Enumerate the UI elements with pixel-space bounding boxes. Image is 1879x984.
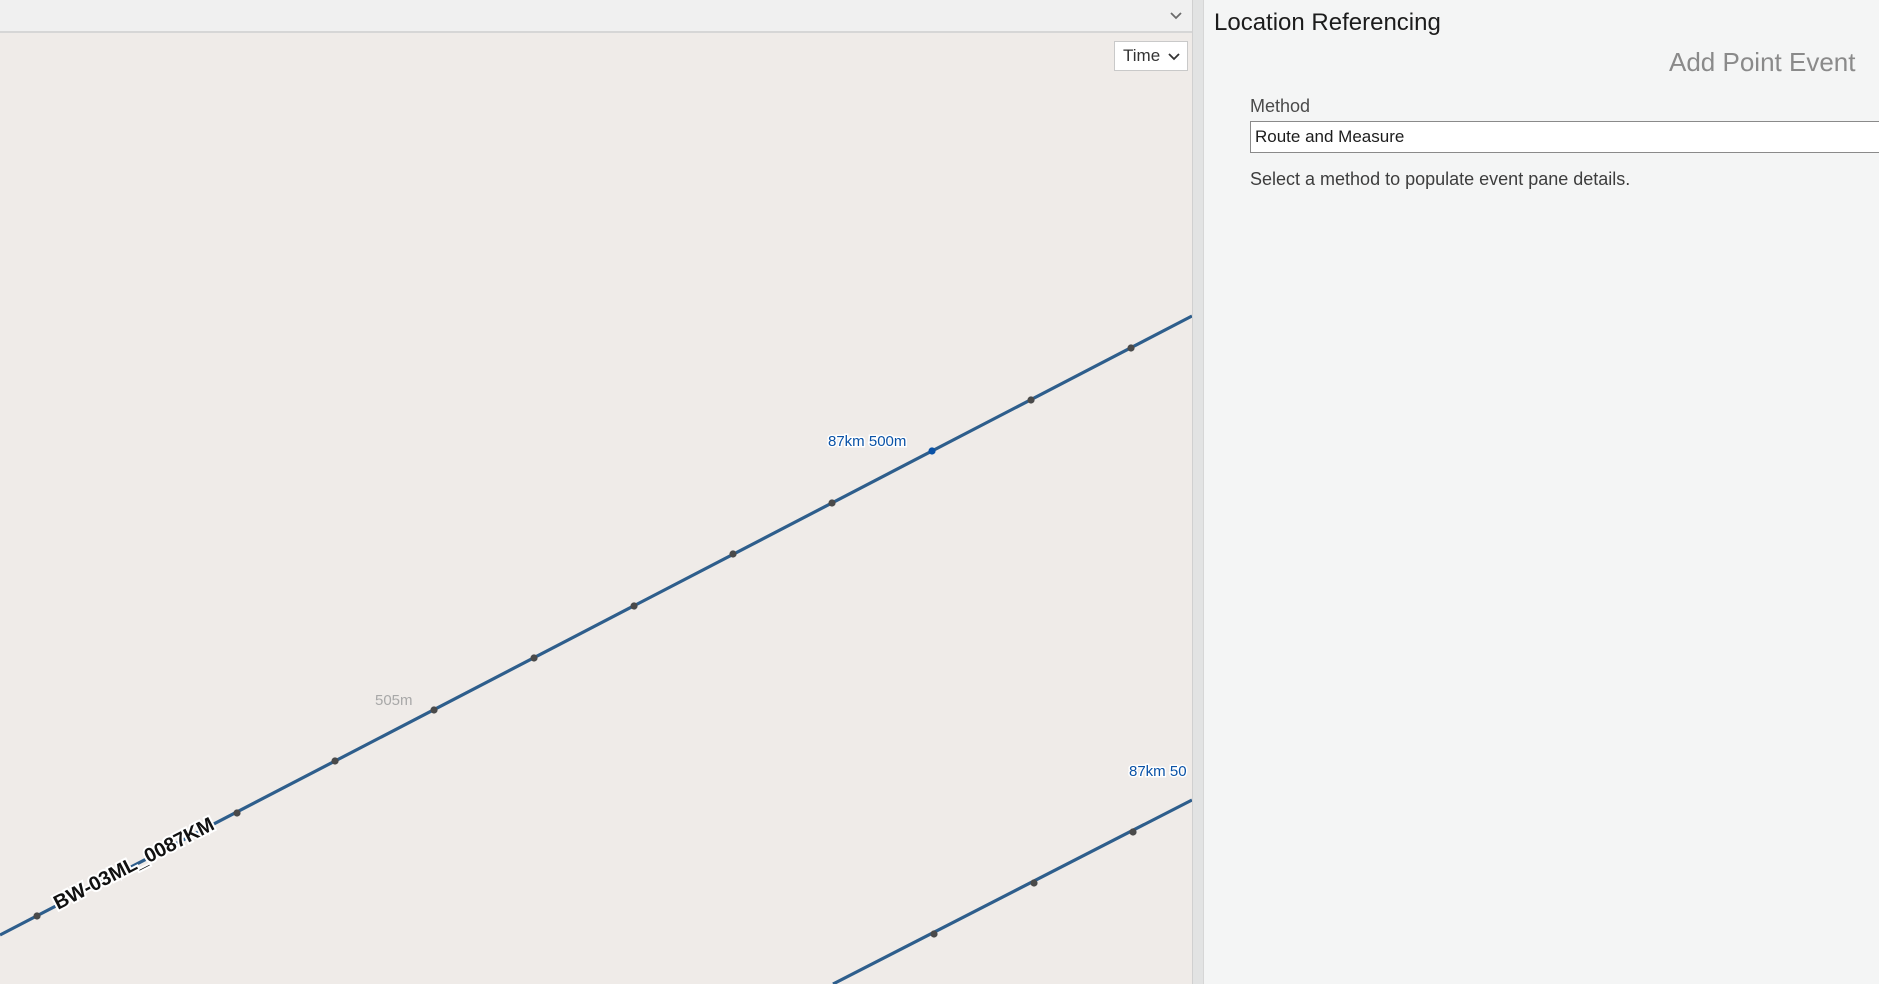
measure-label-secondary: 87km 50 [1129,763,1187,780]
time-dropdown-label: Time [1123,46,1161,65]
location-referencing-pane: Location Referencing Add Point Event Met… [1204,0,1879,984]
measure-label-primary: 87km 500m [828,433,906,450]
route-vertex [729,550,737,558]
route-vertex [1030,879,1038,887]
method-selected-value: Route and Measure [1255,127,1405,146]
pane-splitter[interactable] [1192,0,1204,984]
pane-title: Location Referencing [1214,9,1441,36]
map-canvas[interactable]: 87km 500m 87km 50 505m BW-03ML_0087KM [0,0,1192,984]
route-name-label: BW-03ML_0087KM [50,814,218,915]
route-vertex [530,654,538,662]
method-dropdown[interactable]: Route and Measure [1250,121,1879,153]
pane-subtitle: Add Point Event [1669,47,1856,77]
route-vertex [630,602,638,610]
route-line-2[interactable] [832,798,1192,984]
route-vertex [33,912,41,920]
route-vertex-selected [928,447,936,455]
measure-label-minor: 505m [375,692,413,709]
route-vertex [1027,396,1035,404]
route-vertex [1129,828,1137,836]
map-view[interactable]: 87km 500m 87km 50 505m BW-03ML_0087KM Ti… [0,0,1192,984]
route-vertex [430,706,438,714]
chevron-down-icon [1168,53,1180,61]
route-vertex [1127,344,1135,352]
route-vertex [828,499,836,507]
method-label: Method [1250,96,1311,116]
time-dropdown[interactable]: Time [1114,41,1188,71]
method-hint-text: Select a method to populate event pane d… [1250,169,1631,189]
route-vertex [930,930,938,938]
route-vertex [233,809,241,817]
route-vertex [331,757,339,765]
